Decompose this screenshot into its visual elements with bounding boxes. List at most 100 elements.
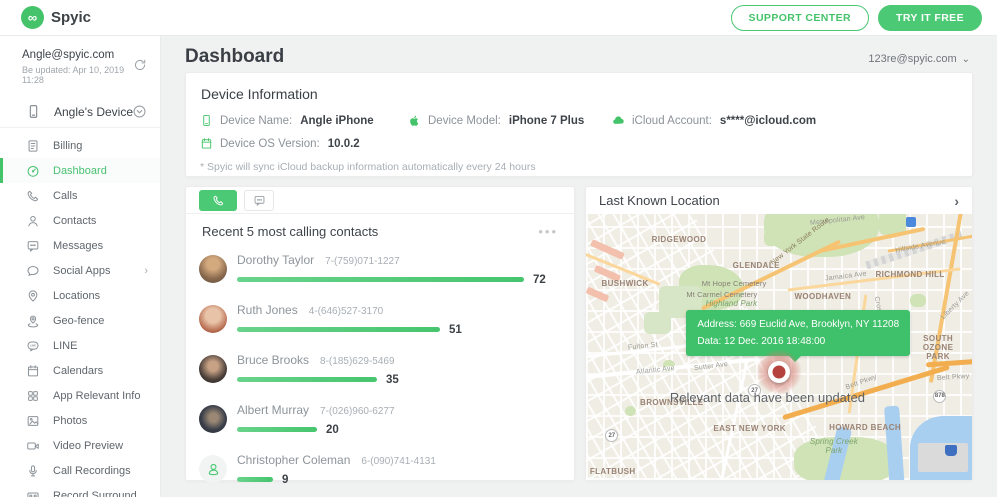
contact-row[interactable]: Dorothy Taylor 7-(759)071-1227 72 <box>186 244 574 294</box>
location-marker[interactable] <box>756 349 802 395</box>
device-selector-label: Angle's Device <box>54 105 133 119</box>
sidebar-item-record-surround[interactable]: Record Surround <box>0 483 160 497</box>
sidebar-item-label: Locations <box>53 290 100 302</box>
device-info-field: Device OS Version: 10.0.2 <box>200 137 408 150</box>
device-field-value: iPhone 7 Plus <box>509 115 584 127</box>
sidebar-item-line[interactable]: LINE LINE <box>0 333 160 358</box>
avatar <box>199 255 227 283</box>
calls-bar <box>237 327 440 332</box>
refresh-icon[interactable] <box>133 58 147 72</box>
avatar <box>199 405 227 433</box>
sidebar-item-dashboard[interactable]: Dashboard <box>0 158 160 183</box>
map-card-title: Last Known Location <box>599 193 720 208</box>
device-phone-icon <box>26 104 41 119</box>
sidebar-item-locations[interactable]: Locations <box>0 283 160 308</box>
chevron-right-icon: › <box>144 265 148 277</box>
contact-info: Christopher Coleman 6-(090)741-4131 9 <box>237 453 574 486</box>
device-info-field: iCloud Account: s****@icloud.com <box>612 114 958 127</box>
map-label: RIDGEWOOD <box>652 235 707 244</box>
calls-count: 35 <box>386 374 399 386</box>
calls-count: 20 <box>326 424 339 436</box>
map-label: 878 <box>933 390 946 403</box>
sidebar-item-label: Contacts <box>53 215 96 227</box>
contact-row[interactable]: Christopher Coleman 6-(090)741-4131 9 <box>186 444 574 494</box>
sidebar-item-label: Dashboard <box>53 165 107 177</box>
device-selector[interactable]: Angle's Device <box>0 96 160 128</box>
sidebar-item-label: Messages <box>53 240 103 252</box>
map-label: BUSHWICK <box>601 279 648 288</box>
last-known-location-card: Last Known Location › <box>585 186 973 481</box>
try-it-free-button[interactable]: TRY IT FREE <box>878 5 982 31</box>
sidebar-item-messages[interactable]: Messages <box>0 233 160 258</box>
main-content: Dashboard 123re@spyic.com ⌄ Device Infor… <box>161 36 997 497</box>
chevron-right-icon[interactable]: › <box>954 194 959 208</box>
contacts-tabstrip <box>186 187 574 214</box>
sidebar-item-billing[interactable]: Billing <box>0 133 160 158</box>
contact-phone: 6-(090)741-4131 <box>361 456 436 467</box>
map-label: SOUTH OZONE PARK <box>914 334 962 361</box>
sidebar-item-label: Billing <box>53 140 82 152</box>
map-park <box>910 294 925 307</box>
support-center-button[interactable]: SUPPORT CENTER <box>731 5 869 31</box>
user-email: Angle@spyic.com <box>22 49 148 61</box>
sidebar-item-contacts[interactable]: Contacts <box>0 208 160 233</box>
device-field-icon <box>200 137 213 150</box>
contact-name: Ruth Jones <box>237 303 298 317</box>
tab-calls[interactable] <box>199 190 237 211</box>
sidebar-item-calls[interactable]: Calls <box>0 183 160 208</box>
sidebar-item-icon <box>26 414 40 428</box>
contact-row[interactable]: Ruth Jones 4-(646)527-3170 51 <box>186 294 574 344</box>
account-dropdown[interactable]: 123re@spyic.com ⌄ <box>868 53 970 65</box>
device-field-value: s****@icloud.com <box>720 115 816 127</box>
topbar: ∞ Spyic SUPPORT CENTER TRY IT FREE <box>0 0 997 36</box>
contact-phone: 7-(759)071-1227 <box>325 256 400 267</box>
sidebar-item-label: Call Recordings <box>53 465 131 477</box>
sidebar-item-geo-fence[interactable]: Geo-fence <box>0 308 160 333</box>
sidebar-item-calendars[interactable]: Calendars <box>0 358 160 383</box>
map-canvas[interactable]: RIDGEWOODGLENDALEBUSHWICKWOODHAVENRICHMO… <box>586 214 972 480</box>
map-card-header: Last Known Location › <box>586 187 972 214</box>
contact-name: Bruce Brooks <box>237 353 309 367</box>
map-label: HOWARD BEACH <box>829 423 901 432</box>
calls-count: 72 <box>533 274 546 286</box>
sidebar-item-icon <box>26 364 40 378</box>
map-park <box>764 230 779 246</box>
contact-info: Ruth Jones 4-(646)527-3170 51 <box>237 303 574 336</box>
device-info-title: Device Information <box>186 73 972 102</box>
chevron-down-circle-icon[interactable] <box>132 104 147 119</box>
avatar <box>199 305 227 333</box>
device-info-fields: Device Name: Angle iPhone Device Model: … <box>186 102 972 150</box>
page-title: Dashboard <box>185 46 284 68</box>
contact-info: Dorothy Taylor 7-(759)071-1227 72 <box>237 253 574 286</box>
map-label: FLATBUSH <box>590 467 636 476</box>
sidebar-item-app-relevant-info[interactable]: App Relevant Info <box>0 383 160 408</box>
tab-messages[interactable] <box>244 190 274 211</box>
contact-name: Dorothy Taylor <box>237 253 314 267</box>
sidebar-item-label: App Relevant Info <box>53 390 140 402</box>
brand-logo-link[interactable]: ∞ Spyic <box>0 6 91 29</box>
spyic-logo-icon: ∞ <box>21 6 44 29</box>
sidebar-item-label: Calendars <box>53 365 103 377</box>
device-field-label: Device Model: <box>428 115 501 127</box>
svg-text:LINE: LINE <box>30 343 36 347</box>
brand-name: Spyic <box>51 9 91 26</box>
sidebar-item-icon <box>26 189 40 203</box>
contact-phone: 8-(185)629-5469 <box>320 356 395 367</box>
more-options-icon[interactable]: ••• <box>538 228 558 236</box>
map-label: Mt Carmel Cemetery <box>686 290 757 299</box>
contact-name: Albert Murray <box>237 403 309 417</box>
sidebar-item-social-apps[interactable]: Social Apps › <box>0 258 160 283</box>
map-label: WOODHAVEN <box>794 292 851 301</box>
sidebar-item-video-preview[interactable]: Video Preview <box>0 433 160 458</box>
sidebar-item-call-recordings[interactable]: Call Recordings <box>0 458 160 483</box>
sidebar-item-icon <box>26 439 40 453</box>
contact-row[interactable]: Bruce Brooks 8-(185)629-5469 35 <box>186 344 574 394</box>
device-field-label: Device OS Version: <box>220 138 320 150</box>
contact-row[interactable]: Albert Murray 7-(026)960-6277 20 <box>186 394 574 444</box>
sidebar-item-icon <box>26 139 40 153</box>
sidebar-item-photos[interactable]: Photos <box>0 408 160 433</box>
recent-contacts-card: Recent 5 most calling contacts ••• Dorot… <box>185 186 575 481</box>
map-label: Mt Hope Cemetery <box>702 279 767 288</box>
contact-info: Bruce Brooks 8-(185)629-5469 35 <box>237 353 574 386</box>
phone-icon <box>212 194 225 207</box>
